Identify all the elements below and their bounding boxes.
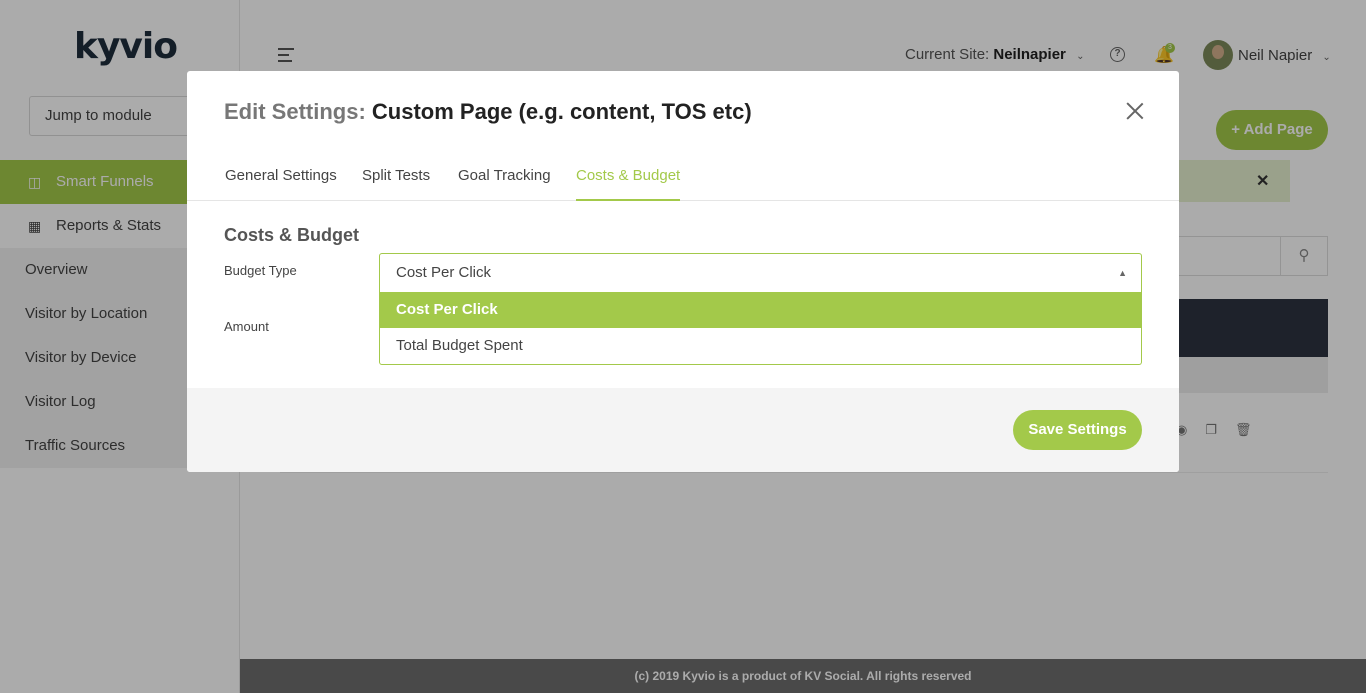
- option-cost-per-click[interactable]: Cost Per Click: [380, 292, 1141, 328]
- amount-label: Amount: [224, 319, 269, 334]
- close-icon[interactable]: [1125, 101, 1145, 121]
- modal-title-main: Custom Page (e.g. content, TOS etc): [371, 99, 752, 124]
- budget-type-dropdown: Cost Per Click Total Budget Spent: [379, 292, 1142, 365]
- budget-type-select[interactable]: Cost Per Click ▲: [379, 253, 1142, 293]
- budget-type-value: Cost Per Click: [396, 264, 492, 281]
- tab-goal-tracking[interactable]: Goal Tracking: [458, 167, 551, 201]
- tab-split-tests[interactable]: Split Tests: [362, 167, 430, 201]
- settings-tabs: General Settings Split Tests Goal Tracki…: [187, 167, 1179, 201]
- chevron-up-icon: ▲: [1118, 268, 1127, 278]
- modal-title-prefix: Edit Settings:: [224, 99, 366, 124]
- tab-general-settings[interactable]: General Settings: [225, 167, 337, 201]
- tab-costs-budget[interactable]: Costs & Budget: [576, 167, 681, 201]
- modal-title: Edit Settings: Custom Page (e.g. content…: [224, 99, 752, 125]
- option-total-budget-spent[interactable]: Total Budget Spent: [380, 328, 1141, 364]
- save-settings-button[interactable]: Save Settings: [1013, 410, 1142, 450]
- section-title: Costs & Budget: [224, 225, 359, 245]
- edit-settings-modal: Edit Settings: Custom Page (e.g. content…: [187, 71, 1179, 472]
- budget-type-label: Budget Type: [224, 263, 297, 278]
- modal-footer: Save Settings: [187, 388, 1179, 472]
